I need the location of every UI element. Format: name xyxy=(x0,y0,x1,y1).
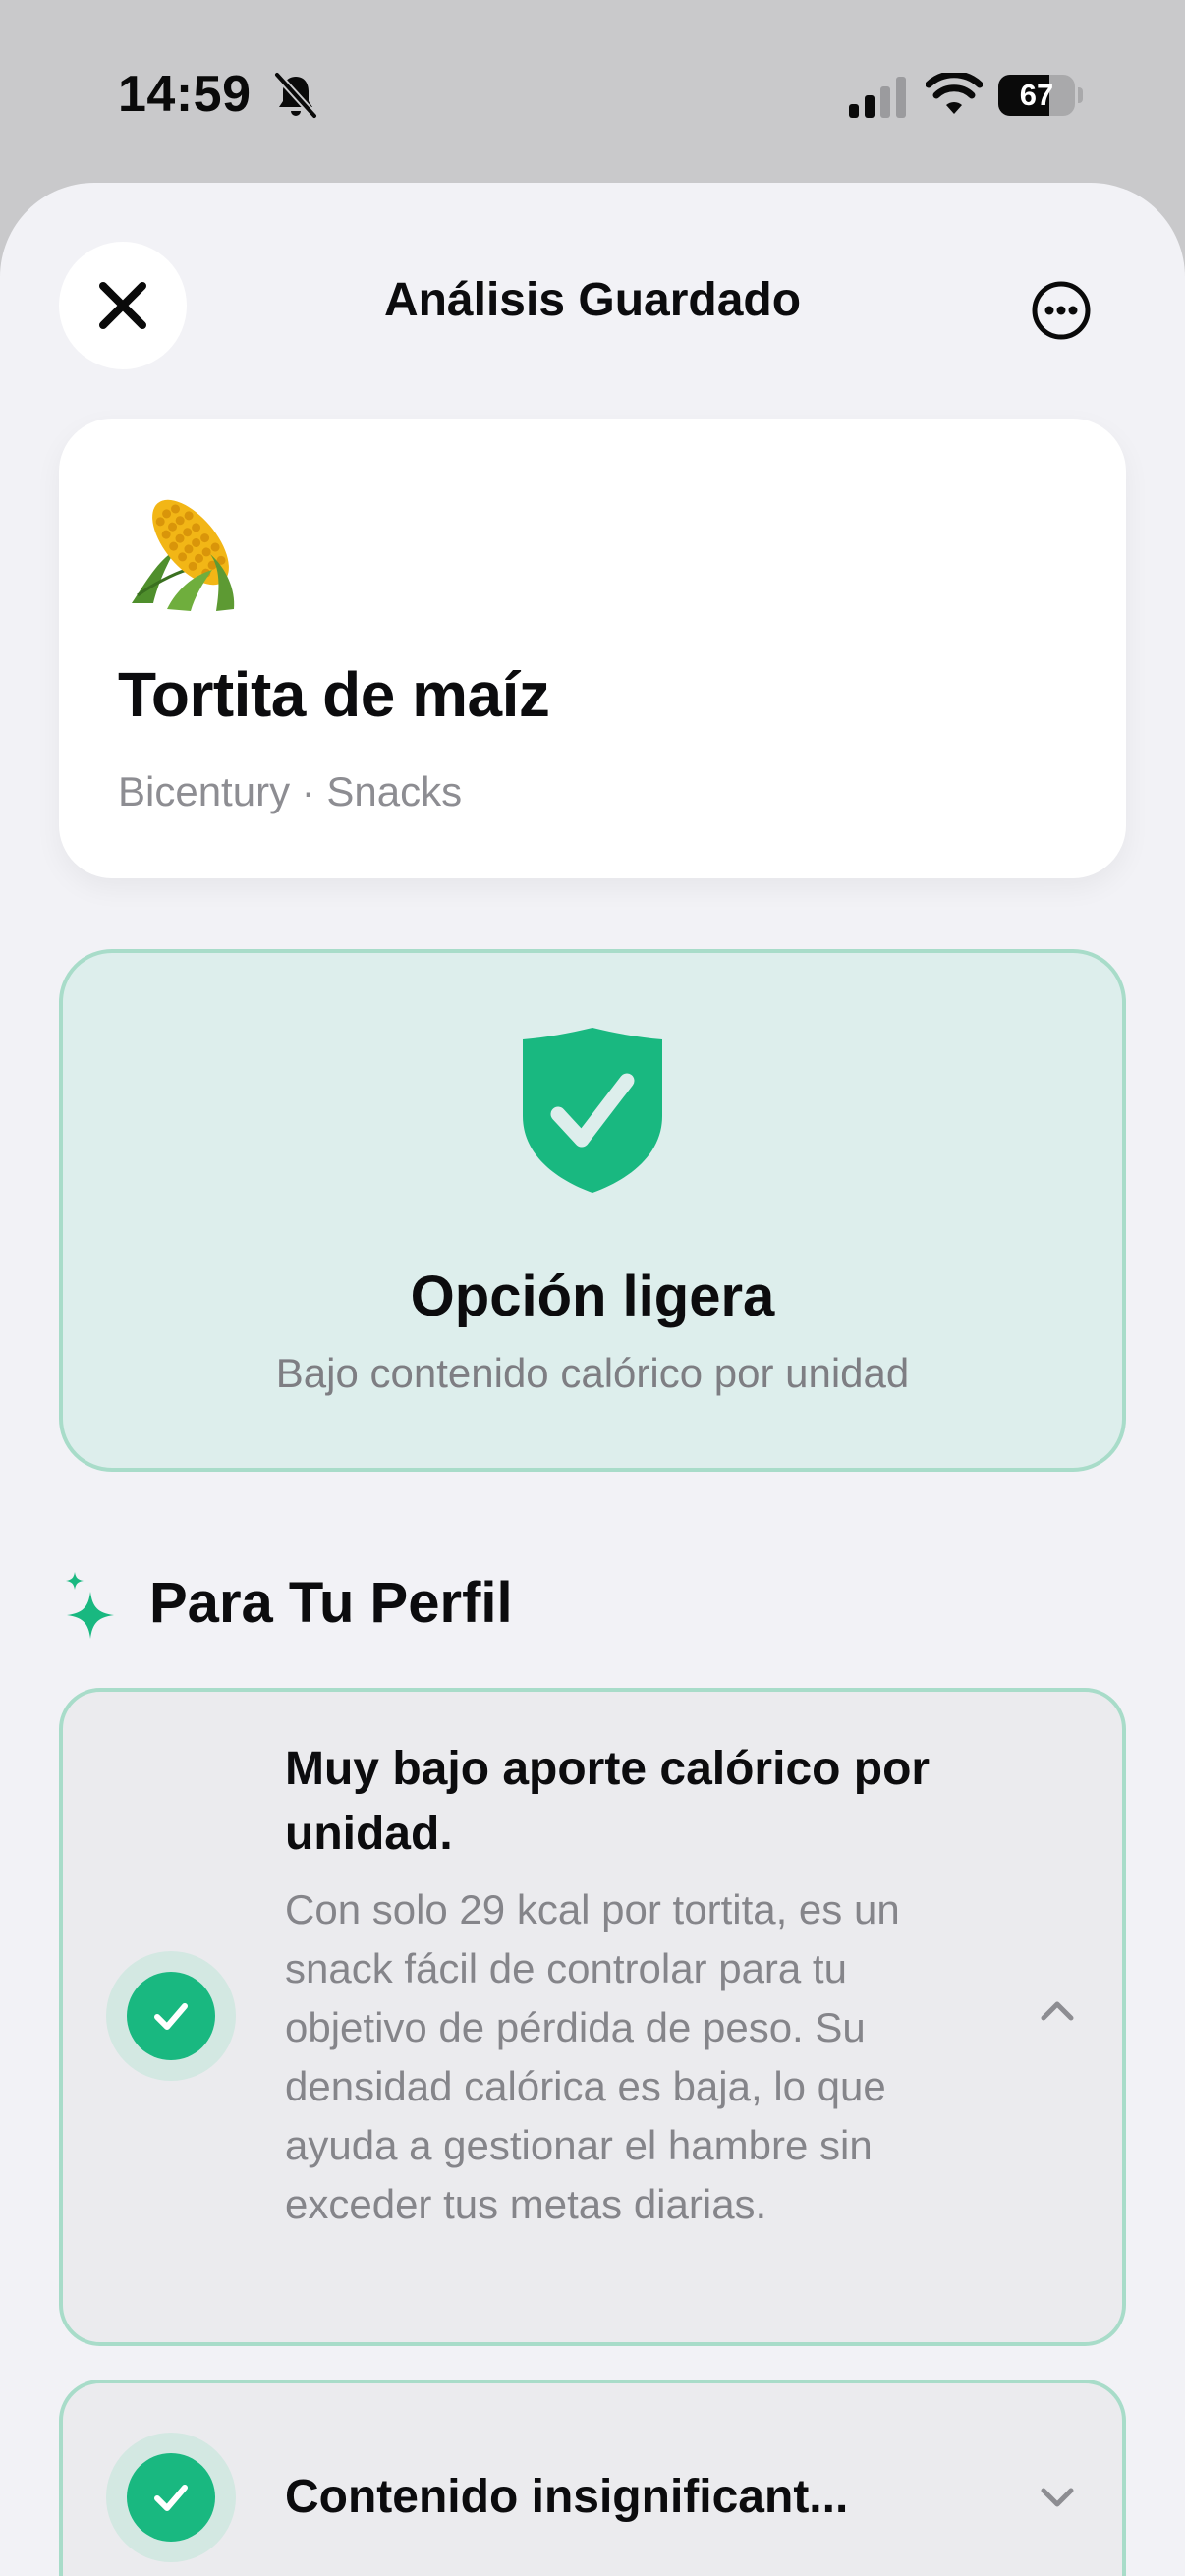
sparkle-icon xyxy=(66,1572,114,1639)
check-circle-icon xyxy=(106,2433,236,2562)
insight-body: Con solo 29 kcal por tortita, es un snac… xyxy=(285,1886,900,2227)
product-card: Tortita de maíz Bicentury · Snacks xyxy=(59,419,1126,878)
section-title: Para Tu Perfil xyxy=(149,1571,513,1635)
silent-bell-icon xyxy=(273,71,318,120)
battery-icon: 67 xyxy=(998,75,1083,116)
status-bar: 14:59 67 xyxy=(0,0,1185,182)
status-time: 14:59 xyxy=(118,66,252,123)
verdict-subtitle: Bajo contenido calórico por unidad xyxy=(275,1350,910,1396)
insight-title: Muy bajo aporte calórico por unidad. xyxy=(285,1743,931,1860)
insight-card[interactable]: Muy bajo aporte calórico por unidad. Con… xyxy=(59,1688,1126,2346)
corn-icon xyxy=(132,499,235,611)
product-brand-category: Bicentury · Snacks xyxy=(118,768,463,814)
product-name: Tortita de maíz xyxy=(118,659,550,730)
chevron-down-icon[interactable] xyxy=(1036,2476,1079,2519)
page-title: Análisis Guardado xyxy=(383,274,802,326)
more-options-button[interactable] xyxy=(1022,271,1100,350)
battery-cap xyxy=(1078,87,1083,103)
insight-title: Contenido insignificant... xyxy=(285,2471,849,2523)
battery-body: 67 xyxy=(998,75,1075,116)
cellular-signal-icon xyxy=(849,77,906,118)
shield-check-icon xyxy=(523,1028,662,1193)
check-circle-icon xyxy=(106,1951,236,2081)
insight-card[interactable]: Contenido insignificant... xyxy=(59,2380,1126,2576)
battery-level: 67 xyxy=(1019,78,1054,112)
verdict-card: Opción ligera Bajo contenido calórico po… xyxy=(59,949,1126,1472)
verdict-title: Opción ligera xyxy=(410,1264,775,1328)
analysis-sheet: Análisis Guardado Tortita de maíz Bicent… xyxy=(0,183,1185,2576)
wifi-icon xyxy=(926,73,983,114)
chevron-up-icon[interactable] xyxy=(1036,1988,1079,2032)
